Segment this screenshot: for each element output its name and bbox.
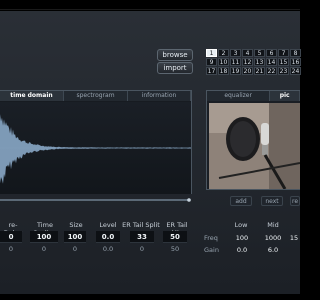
tab-spectrogram[interactable]: spectrogram <box>64 91 128 101</box>
preset-slot-16[interactable]: 16 <box>290 58 301 66</box>
er-tail-split-value[interactable]: 33 <box>130 231 154 243</box>
preset-slot-12[interactable]: 12 <box>242 58 253 66</box>
preset-slot-24[interactable]: 24 <box>290 67 301 75</box>
bottom-edge <box>0 294 300 300</box>
preset-slot-8[interactable]: 8 <box>290 49 301 57</box>
preset-slot-6[interactable]: 6 <box>266 49 277 57</box>
level-secondary: 0.0 <box>102 245 114 253</box>
import-button[interactable]: import <box>157 62 193 74</box>
preset-slot-3[interactable]: 3 <box>230 49 241 57</box>
add-image-button[interactable]: add <box>230 196 252 206</box>
preset-slot-grid: 1 2 3 4 5 6 7 8 9 10 11 12 13 14 15 16 17 18 19 20 21 22 23 24 <box>206 49 301 75</box>
param-header-size: Size <box>69 221 83 229</box>
next-image-button[interactable]: next <box>261 196 283 206</box>
size-value[interactable]: 100 <box>64 231 86 243</box>
tab-time-domain[interactable]: time domain <box>0 91 64 101</box>
preset-slot-20[interactable]: 20 <box>242 67 253 75</box>
preset-slot-2[interactable]: 2 <box>218 49 229 57</box>
eq-header-low: Low <box>234 221 248 229</box>
preset-slot-18[interactable]: 18 <box>218 67 229 75</box>
pre-delay-value[interactable]: 0 <box>0 231 22 243</box>
eq-low-freq[interactable]: 100 <box>230 233 254 243</box>
waveform-graphic <box>0 114 191 184</box>
preset-slot-4[interactable]: 4 <box>242 49 253 57</box>
eq-label-freq: Freq <box>204 234 218 242</box>
time-scaling-value[interactable]: 100 <box>30 231 58 243</box>
preset-slot-10[interactable]: 10 <box>218 58 229 66</box>
level-value[interactable]: 0.0 <box>96 231 120 243</box>
waveform-tabs: time domain spectrogram information <box>0 91 191 101</box>
size-secondary: 0 <box>72 245 78 253</box>
impulse-response-waveform <box>0 102 191 194</box>
preset-slot-22[interactable]: 22 <box>266 67 277 75</box>
image-tabs: equalizer pic <box>207 91 300 101</box>
tab-equalizer[interactable]: equalizer <box>207 91 271 101</box>
waveform-panel: time domain spectrogram information <box>0 90 192 194</box>
preset-slot-11[interactable]: 11 <box>230 58 241 66</box>
playback-position-bar[interactable] <box>0 198 192 202</box>
eq-label-gain: Gain <box>204 246 219 254</box>
image-panel: equalizer pic <box>206 90 300 190</box>
er-tail-split-secondary: 0 <box>139 245 145 253</box>
preset-slot-15[interactable]: 15 <box>278 58 289 66</box>
preset-slot-14[interactable]: 14 <box>266 58 277 66</box>
preset-slot-23[interactable]: 23 <box>278 67 289 75</box>
preset-slot-5[interactable]: 5 <box>254 49 265 57</box>
preset-slot-21[interactable]: 21 <box>254 67 265 75</box>
eq-mid-gain[interactable]: 6.0 <box>260 245 286 255</box>
tab-information[interactable]: information <box>128 91 191 101</box>
param-header-er-tail-split: ER Tail Split <box>122 221 160 229</box>
eq-high-freq[interactable]: 15 <box>288 233 300 243</box>
room-photo <box>209 103 300 189</box>
time-scaling-secondary: 0 <box>41 245 47 253</box>
preset-slot-19[interactable]: 19 <box>230 67 241 75</box>
preset-slot-9[interactable]: 9 <box>206 58 217 66</box>
eq-mid-freq[interactable]: 1000 <box>260 233 286 243</box>
preset-slot-1[interactable]: 1 <box>206 49 217 57</box>
remove-image-button[interactable]: re <box>290 196 300 206</box>
param-header-level: Level <box>99 221 117 229</box>
browse-button[interactable]: browse <box>157 49 193 61</box>
preset-slot-13[interactable]: 13 <box>254 58 265 66</box>
preset-slot-17[interactable]: 17 <box>206 67 217 75</box>
eq-low-gain[interactable]: 0.0 <box>230 245 254 255</box>
preset-slot-7[interactable]: 7 <box>278 49 289 57</box>
pre-delay-secondary: 0 <box>8 245 14 253</box>
eq-header-mid: Mid <box>267 221 279 229</box>
tab-picture[interactable]: pic <box>270 91 300 101</box>
host-title-bar <box>0 0 300 11</box>
er-tail-mix-secondary: 50 <box>170 245 180 253</box>
er-tail-mix-value[interactable]: 50 <box>163 231 187 243</box>
